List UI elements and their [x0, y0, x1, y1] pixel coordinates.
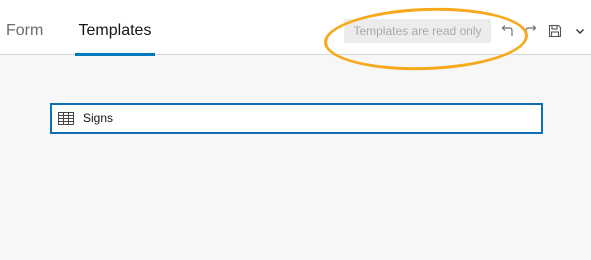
more-options-button[interactable]	[571, 20, 589, 42]
undo-button[interactable]	[498, 20, 516, 42]
app-window: Form Templates Templates are read only S…	[0, 0, 591, 260]
template-layer-item[interactable]: Signs	[50, 103, 543, 134]
redo-button[interactable]	[522, 20, 540, 42]
save-button[interactable]	[546, 20, 564, 42]
chevron-down-icon	[576, 29, 584, 34]
header-bar: Form Templates Templates are read only	[0, 0, 591, 74]
tab-form[interactable]: Form	[6, 0, 43, 55]
save-icon	[548, 24, 562, 38]
table-icon	[58, 112, 74, 125]
redo-icon	[525, 25, 537, 36]
layer-name: Signs	[83, 111, 114, 125]
undo-icon	[501, 25, 513, 36]
tab-templates[interactable]: Templates	[75, 0, 155, 56]
read-only-status-badge: Templates are read only	[344, 19, 491, 43]
